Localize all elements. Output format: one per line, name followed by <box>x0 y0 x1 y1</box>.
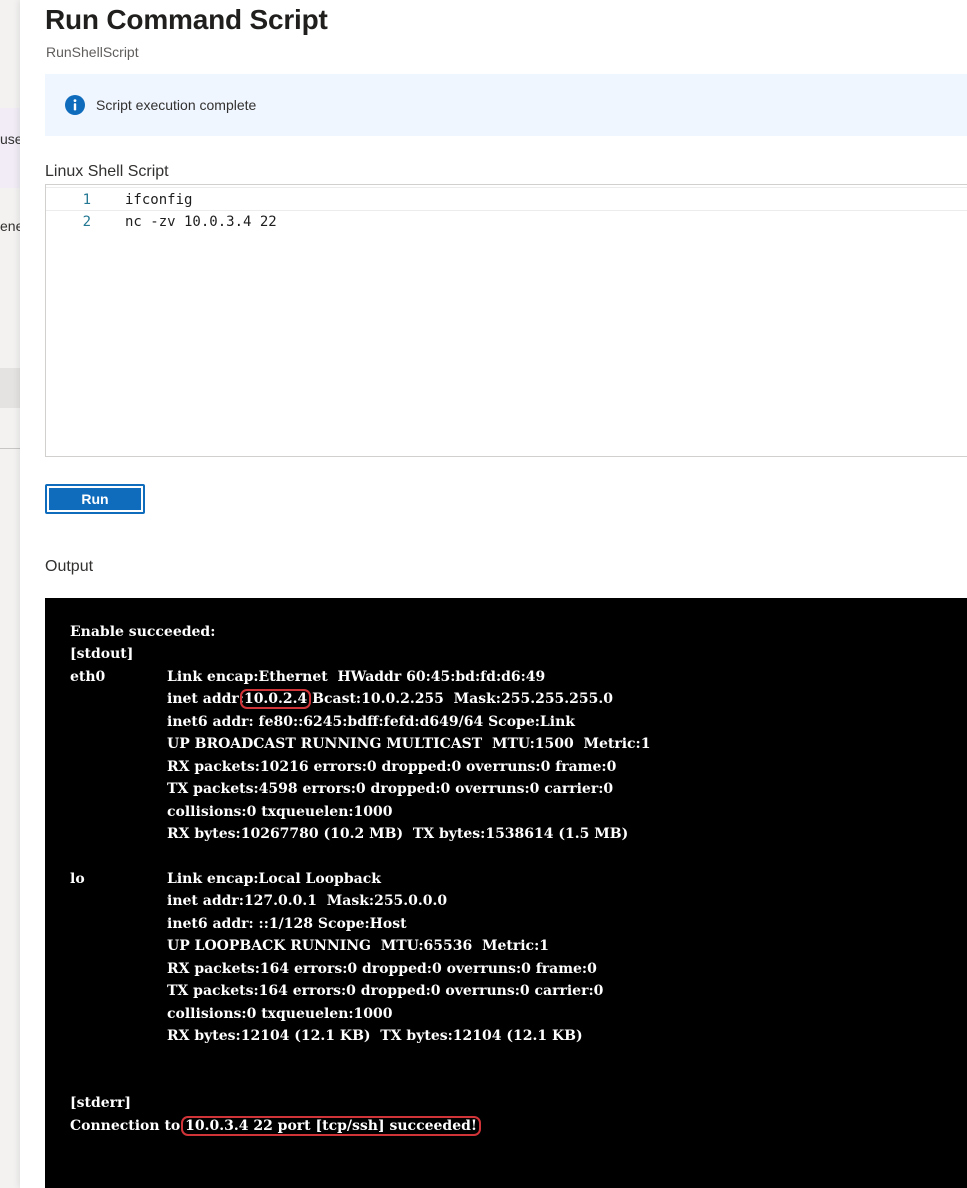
output-text: Bcast:10.0.2.255 Mask:255.255.255.0 <box>307 691 614 708</box>
output-interface-name: Enable succeeded: <box>70 624 216 640</box>
status-notification: Script execution complete <box>45 74 967 136</box>
highlight-annotation: 10.0.2.4 <box>239 689 312 710</box>
highlight-annotation: 10.0.3.4 22 port [tcp/ssh] succeeded! <box>181 1115 482 1136</box>
output-line: lo Link encap:Local Loopback <box>70 868 381 890</box>
output-text: RX bytes:12104 (12.1 KB) TX bytes:12104 … <box>167 1028 583 1045</box>
output-text: RX packets:10216 errors:0 dropped:0 over… <box>167 758 617 775</box>
info-icon <box>65 95 85 115</box>
output-text: collisions:0 txqueuelen:1000 <box>167 803 393 820</box>
line-number: 1 <box>82 192 91 208</box>
output-text: inet addr:10.0.2.4 Bcast:10.0.2.255 Mask… <box>167 688 613 710</box>
background-divider <box>0 448 20 449</box>
output-line: Connection to 10.0.3.4 22 port [tcp/ssh]… <box>70 1115 482 1137</box>
output-text: UP BROADCAST RUNNING MULTICAST MTU:1500 … <box>167 736 651 753</box>
background-page: use ene <box>0 0 20 1188</box>
run-button[interactable]: Run <box>45 484 145 514</box>
output-text: inet6 addr: ::1/128 Scope:Host <box>167 915 407 932</box>
output-interface-name: [stderr] <box>70 1095 132 1112</box>
output-line: eth0 Link encap:Ethernet HWaddr 60:45:bd:… <box>70 666 545 688</box>
output-interface-name: lo <box>70 870 85 887</box>
output-text: RX packets:164 errors:0 dropped:0 overru… <box>167 960 597 977</box>
editor-line[interactable]: 1 ifconfig <box>46 187 967 211</box>
output-text: Link encap:Local Loopback <box>167 870 381 887</box>
background-text-fragment: use <box>0 131 20 147</box>
output-line: Enable succeeded: <box>70 621 215 643</box>
output-text: inet addr: <box>167 691 244 708</box>
output-text: inet addr:127.0.0.1 Mask:255.0.0.0 <box>167 893 448 910</box>
editor-line[interactable]: 2 nc -zv 10.0.3.4 22 <box>46 210 967 234</box>
output-text: Connection to <box>70 1117 186 1134</box>
output-text: Link encap:Ethernet HWaddr 60:45:bd:fd:d… <box>167 668 546 685</box>
output-console[interactable]: Enable succeeded: [stdout] eth0 Link encap:… <box>45 598 967 1188</box>
background-text-fragment: ene <box>0 218 20 234</box>
output-label: Output <box>45 558 94 575</box>
status-message: Script execution complete <box>96 97 257 113</box>
output-interface-name: eth0 <box>70 668 106 685</box>
output-text: UP LOOPBACK RUNNING MTU:65536 Metric:1 <box>167 938 549 955</box>
output-text: TX packets:164 errors:0 dropped:0 overru… <box>167 983 604 1000</box>
code-text[interactable]: nc -zv 10.0.3.4 22 <box>125 210 277 234</box>
output-text: inet6 addr: fe80::6245:bdff:fefd:d649/64… <box>167 713 575 730</box>
output-interface-name: [stdout] <box>70 646 134 663</box>
script-editor-label: Linux Shell Script <box>45 163 169 180</box>
run-command-blade: Run Command Script RunShellScript Script… <box>20 0 967 1188</box>
output-text: TX packets:4598 errors:0 dropped:0 overr… <box>167 781 614 798</box>
line-number: 2 <box>82 214 91 230</box>
background-selected-item <box>0 108 20 188</box>
page-subtitle: RunShellScript <box>46 44 139 60</box>
page-title: Run Command Script <box>45 4 328 35</box>
script-editor[interactable]: 1 ifconfig 2 nc -zv 10.0.3.4 22 <box>45 184 967 457</box>
output-text: RX bytes:10267780 (10.2 MB) TX bytes:153… <box>167 826 629 843</box>
output-line: [stderr] <box>70 1092 131 1114</box>
output-line: [stdout] <box>70 643 133 665</box>
code-text[interactable]: ifconfig <box>125 188 192 212</box>
output-text: collisions:0 txqueuelen:1000 <box>167 1005 393 1022</box>
background-hover-item <box>0 368 20 408</box>
